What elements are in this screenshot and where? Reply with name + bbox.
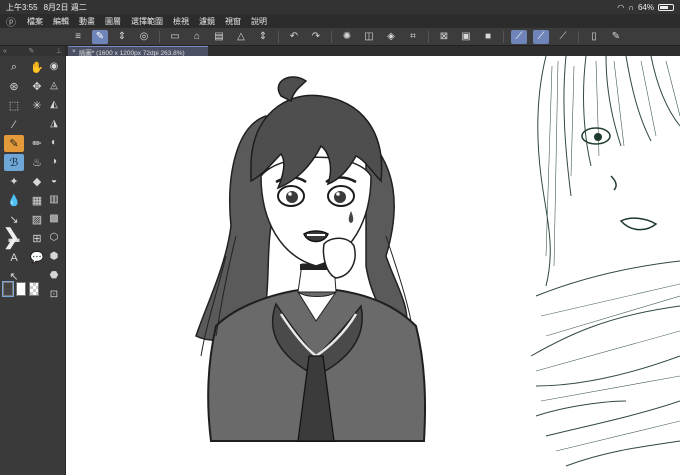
subtool-f-icon[interactable]: ◑ xyxy=(44,153,64,169)
status-date: 8月2日 週二 xyxy=(43,2,87,12)
text-icon[interactable]: A xyxy=(4,249,24,266)
expand-panel-icon[interactable]: ❯ xyxy=(2,224,20,250)
subtool-h-icon[interactable]: ▥ xyxy=(44,191,64,207)
subtool-g-icon[interactable]: ◒ xyxy=(44,172,64,188)
device-icon[interactable]: ▯ xyxy=(586,30,602,44)
battery-fill xyxy=(660,5,668,9)
export-icon[interactable]: △ xyxy=(233,30,249,44)
toolbar-divider xyxy=(331,30,332,43)
subtool-i-icon[interactable]: ▩ xyxy=(44,210,64,226)
tool-panel-header: « ✎ ⊥ xyxy=(0,46,65,56)
redo-icon[interactable]: ↷ xyxy=(308,30,324,44)
stepper2-icon[interactable]: ⇕ xyxy=(255,30,271,44)
spinner-icon[interactable]: ✺ xyxy=(339,30,355,44)
brush-icon[interactable]: ℬ xyxy=(4,154,24,171)
toolbar-divider xyxy=(159,30,160,43)
subtool-e-icon[interactable]: ◐ xyxy=(44,134,64,150)
battery-percent: 64% xyxy=(637,2,654,12)
selection-mode-icon[interactable]: ■ xyxy=(480,30,496,44)
document-tab-bar: × 插圖* (1600 x 1200px 72dpi 263.8%) xyxy=(66,46,680,57)
stepper-icon[interactable]: ⇕ xyxy=(114,30,130,44)
crop-icon[interactable]: ⌗ xyxy=(405,30,421,44)
menu-animation[interactable]: 動畫 xyxy=(74,16,100,27)
close-tab-icon[interactable]: × xyxy=(72,48,76,55)
sub-tool-column: ◉ ◬ ◭ ◮ ◐ ◑ ◒ ▥ ▩ ⬡ ⬢ ⬣ ⊡ xyxy=(44,58,64,302)
tool-grid: ⌕ ✋ ⊛ ✥ ⬚ ✳ ⁄ ✎ ✏ ℬ ♨ ✦ ◆ 💧 ▦ ↘ ▨ ▬ ⊞ A … xyxy=(0,56,48,288)
panel-collapse-icon[interactable]: « xyxy=(3,48,7,55)
deselect-icon[interactable]: ⊠ xyxy=(436,30,452,44)
eyedropper-icon[interactable]: ⁄ xyxy=(4,116,24,133)
subtool-a-icon[interactable]: ◉ xyxy=(44,58,64,74)
menu-bar: ⓟ 檔案 編輯 動畫 圖層 選擇範圍 檢視 濾鏡 視窗 說明 xyxy=(0,14,680,29)
subtool-m-icon[interactable]: ⊡ xyxy=(44,286,64,302)
save-icon[interactable]: ▤ xyxy=(211,30,227,44)
ruler-snap-icon[interactable]: ⟋ xyxy=(511,29,527,44)
selection-icon[interactable]: ⬚ xyxy=(4,97,24,114)
subtool-j-icon[interactable]: ⬡ xyxy=(44,229,64,245)
menu-help[interactable]: 說明 xyxy=(246,16,272,27)
rotate-zoom-icon[interactable]: ⊛ xyxy=(4,78,24,95)
subtool-k-icon[interactable]: ⬢ xyxy=(44,248,64,264)
reference-icon[interactable]: ◎ xyxy=(136,30,152,44)
zoom-icon[interactable]: ⌕ xyxy=(4,59,24,76)
toolbar-divider xyxy=(578,30,579,43)
subtool-b-icon[interactable]: ◬ xyxy=(44,77,64,93)
new-file-icon[interactable]: ▭ xyxy=(167,30,183,44)
document-tab-label: 插圖* (1600 x 1200px 72dpi 263.8%) xyxy=(78,49,185,57)
transparency-icon[interactable]: ◫ xyxy=(361,30,377,44)
decoration-icon[interactable]: ✦ xyxy=(4,173,24,190)
quick-access-icon[interactable]: ✎ xyxy=(92,29,108,44)
hamburger-menu-icon[interactable]: ≡ xyxy=(70,30,86,44)
drawing-canvas[interactable] xyxy=(66,56,680,475)
undo-icon[interactable]: ↶ xyxy=(286,30,302,44)
wifi-icon: ◠ xyxy=(617,2,625,12)
command-toolbar: ≡ ✎ ⇕ ◎ ▭ ⌂ ▤ △ ⇕ ↶ ↷ ✺ ◫ ◈ ⌗ ⊠ ▣ ■ ⟋ ⟋ … xyxy=(0,28,680,46)
ruler-icon[interactable]: ⊥ xyxy=(56,47,62,55)
toolbar-divider xyxy=(503,30,504,43)
menu-edit[interactable]: 編輯 xyxy=(48,16,74,27)
brush-snap-icon[interactable]: ⟋ xyxy=(533,29,549,44)
toolbar-divider xyxy=(278,30,279,43)
pen-icon[interactable]: ✎ xyxy=(28,47,34,55)
main-color-swatch[interactable] xyxy=(2,281,14,297)
edit-toolbar-icon[interactable]: ✎ xyxy=(608,30,624,44)
line-icon[interactable]: ⟋ xyxy=(555,30,571,44)
color-swatches xyxy=(2,281,39,297)
open-folder-icon[interactable]: ⌂ xyxy=(189,30,205,44)
menu-filter[interactable]: 濾鏡 xyxy=(194,16,220,27)
menu-window[interactable]: 視窗 xyxy=(220,16,246,27)
app-logo-icon[interactable]: ⓟ xyxy=(0,14,22,29)
menu-layer[interactable]: 圖層 xyxy=(100,16,126,27)
ios-status-bar: 上午3:55 8月2日 週二 ◠ ∩ 64% xyxy=(0,0,680,14)
artwork xyxy=(66,56,680,475)
subtool-l-icon[interactable]: ⬣ xyxy=(44,267,64,283)
invert-selection-icon[interactable]: ▣ xyxy=(458,30,474,44)
fill-icon[interactable]: ◈ xyxy=(383,30,399,44)
status-time: 上午3:55 xyxy=(6,2,38,12)
menu-selection[interactable]: 選擇範圍 xyxy=(126,16,168,27)
sub-color-swatch[interactable] xyxy=(16,282,26,296)
subtool-d-icon[interactable]: ◮ xyxy=(44,115,64,131)
blend-icon[interactable]: 💧 xyxy=(4,192,24,209)
tool-panel: « ✎ ⊥ ⌕ ✋ ⊛ ✥ ⬚ ✳ ⁄ ✎ ✏ ℬ ♨ ✦ ◆ 💧 ▦ ↘ ▨ … xyxy=(0,46,66,475)
subtool-c-icon[interactable]: ◭ xyxy=(44,96,64,112)
document-tab[interactable]: × 插圖* (1600 x 1200px 72dpi 263.8%) xyxy=(68,46,208,57)
pen-tool-icon[interactable]: ✎ xyxy=(4,135,24,152)
battery-icon xyxy=(658,3,674,11)
headphones-icon: ∩ xyxy=(628,2,634,12)
menu-view[interactable]: 檢視 xyxy=(168,16,194,27)
menu-file[interactable]: 檔案 xyxy=(22,16,48,27)
transparent-color-swatch[interactable] xyxy=(29,282,39,296)
toolbar-divider xyxy=(428,30,429,43)
